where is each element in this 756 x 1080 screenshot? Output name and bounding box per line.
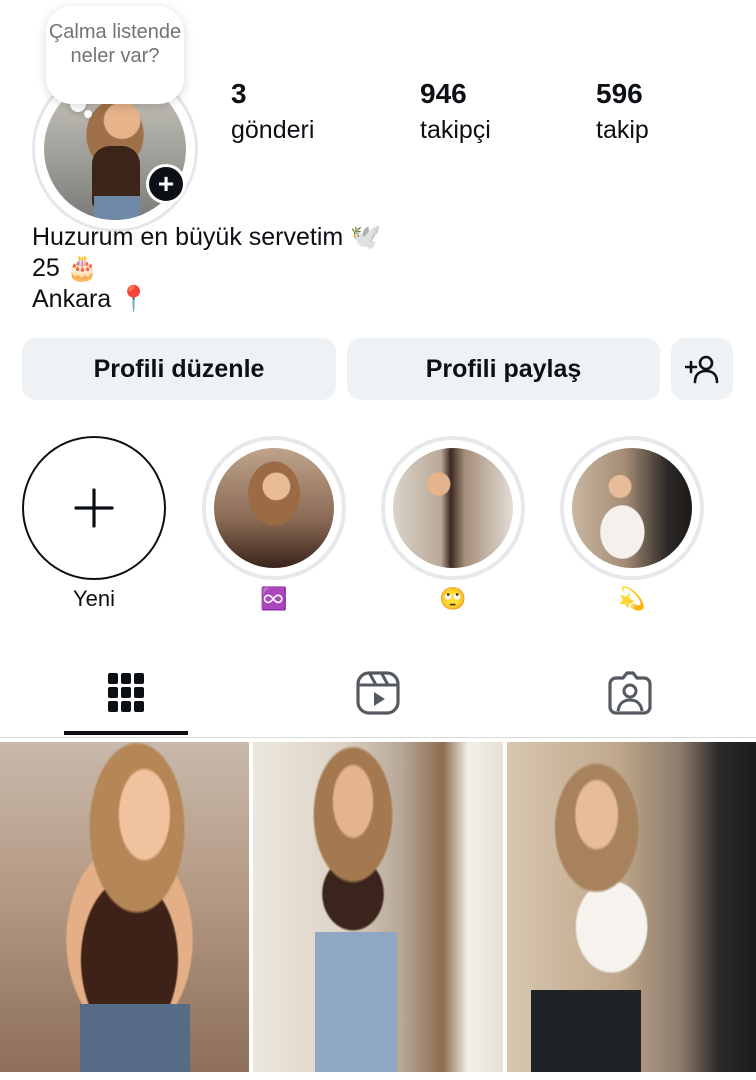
add-story-icon[interactable]: + — [146, 164, 186, 204]
bio-line-3: Ankara 📍 — [32, 285, 150, 313]
tab-tagged[interactable] — [504, 650, 756, 736]
bio-line-1: Huzurum en büyük servetim 🕊️ — [32, 223, 382, 251]
bio-line-2: 25 🎂 — [32, 254, 98, 282]
discover-people-button[interactable] — [671, 338, 733, 400]
tab-posts[interactable] — [0, 650, 252, 736]
tagged-icon — [608, 671, 652, 715]
post-2-jeans — [315, 932, 397, 1072]
highlight-label-1: ♾️ — [260, 586, 288, 611]
posts-label: gönderi — [231, 116, 315, 144]
post-1-jeans — [80, 1004, 190, 1072]
new-highlight-button[interactable] — [22, 436, 166, 580]
edit-profile-button[interactable]: Profili düzenle — [22, 338, 336, 400]
highlight-2-image — [393, 448, 513, 568]
highlight-1[interactable] — [202, 436, 346, 580]
highlight-1-image — [214, 448, 334, 568]
note-text: Çalma listende neler var? — [48, 21, 182, 67]
active-tab-indicator — [64, 731, 188, 735]
highlight-label-2: 🙄 — [439, 586, 467, 611]
following-stat[interactable]: 596 takip — [596, 78, 649, 145]
tab-reels[interactable] — [252, 650, 504, 736]
post-thumbnail-1[interactable] — [0, 742, 249, 1072]
add-person-icon — [685, 355, 719, 384]
plus-icon — [74, 488, 114, 528]
posts-count: 3 — [231, 78, 247, 109]
post-3-shorts — [531, 990, 641, 1072]
note-bubble[interactable]: Çalma listende neler var? — [46, 6, 184, 104]
followers-label: takipçi — [420, 116, 491, 144]
note-bubble-tail-small — [84, 110, 92, 118]
reels-icon — [356, 671, 400, 715]
tab-divider — [0, 737, 756, 738]
followers-count: 946 — [420, 78, 467, 109]
followers-stat[interactable]: 946 takipçi — [420, 78, 491, 145]
post-thumbnail-3[interactable] — [507, 742, 756, 1072]
highlight-2[interactable] — [381, 436, 525, 580]
posts-stat[interactable]: 3 gönderi — [231, 78, 314, 145]
highlight-3[interactable] — [560, 436, 704, 580]
grid-icon — [108, 673, 144, 712]
post-thumbnail-2[interactable] — [253, 742, 503, 1072]
highlight-label-3: 💫 — [618, 586, 646, 611]
share-profile-button[interactable]: Profili paylaş — [347, 338, 660, 400]
following-count: 596 — [596, 78, 643, 109]
following-label: takip — [596, 116, 649, 144]
highlight-3-image — [572, 448, 692, 568]
highlight-label-new: Yeni — [72, 586, 115, 611]
